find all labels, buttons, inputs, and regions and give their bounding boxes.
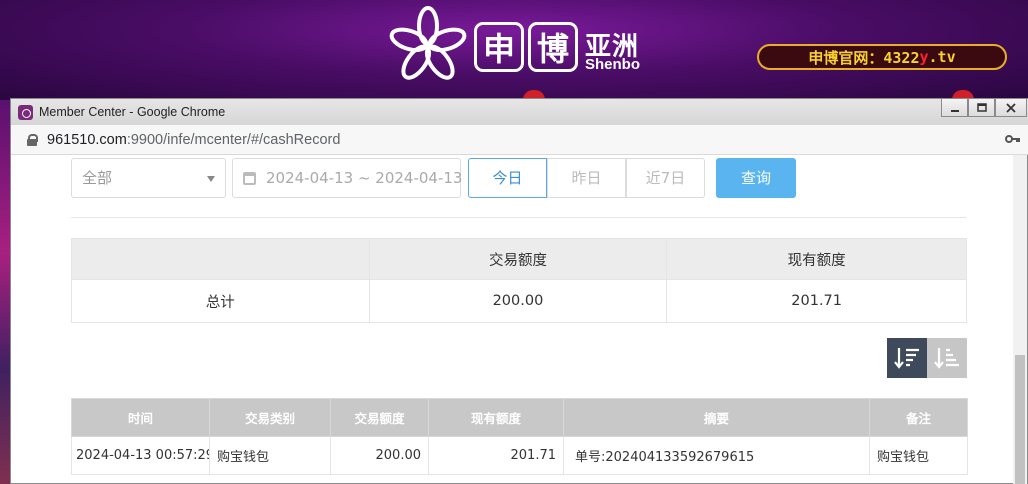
- official-site-prefix: 申博官网：4322: [808, 48, 920, 67]
- official-site-accent: y: [919, 48, 929, 66]
- column-header-category[interactable]: 交易类别: [209, 398, 331, 437]
- cell-balance: 201.71: [428, 436, 564, 475]
- url-path: :9900/infe/mcenter/#/cashRecord: [126, 131, 341, 148]
- url-text[interactable]: 961510.com:9900/infe/mcenter/#/cashRecor…: [47, 132, 340, 148]
- cell-category: 购宝钱包: [209, 436, 331, 475]
- column-header-balance[interactable]: 现有额度: [428, 398, 564, 437]
- range-7days-button[interactable]: 近7日: [626, 158, 705, 198]
- window-title: Member Center - Google Chrome: [39, 105, 226, 119]
- summary-header-cell: 现有额度: [666, 238, 967, 280]
- table-row[interactable]: 2024-04-13 00:57:29 购宝钱包 200.00 201.71 单…: [71, 436, 968, 475]
- window-controls: [941, 99, 1027, 119]
- title-bar[interactable]: Member Center - Google Chrome: [11, 99, 1028, 125]
- lock-icon[interactable]: [25, 133, 39, 147]
- logo-char-box: 博: [528, 22, 578, 72]
- sort-controls: [887, 338, 967, 378]
- summary-header-cell: [71, 238, 370, 280]
- summary-table: 交易额度 现有额度 总计 200.00 201.71: [71, 238, 967, 323]
- type-select[interactable]: 全部: [71, 158, 226, 198]
- logo-char-box: 申: [474, 22, 524, 72]
- date-range-value: 2024-04-13 ~ 2024-04-13: [266, 169, 463, 187]
- logo-en-text: Shenbo: [585, 56, 640, 73]
- records-table: 时间 交易类别 交易额度 现有额度 摘要 备注 2024-04-13 00:57…: [71, 398, 968, 475]
- summary-amount: 200.00: [368, 279, 668, 323]
- date-range-input[interactable]: 2024-04-13 ~ 2024-04-13: [232, 158, 463, 198]
- divider: [71, 217, 966, 218]
- scrollbar-thumb[interactable]: [1015, 355, 1025, 484]
- flower-logo-icon: [389, 6, 467, 80]
- summary-header-cell: 交易额度: [368, 238, 668, 280]
- close-icon[interactable]: [995, 99, 1027, 117]
- address-bar[interactable]: 961510.com:9900/infe/mcenter/#/cashRecor…: [11, 125, 1028, 155]
- official-site-badge[interactable]: 申博官网：4322 y .tv: [757, 44, 1007, 70]
- summary-label: 总计: [71, 279, 370, 323]
- site-banner: 申 博 亚洲 Shenbo 申博官网：4322 y .tv: [0, 0, 1028, 100]
- vertical-scrollbar[interactable]: [1013, 155, 1027, 484]
- minimize-icon[interactable]: [941, 99, 968, 117]
- column-header-amount[interactable]: 交易额度: [330, 398, 429, 437]
- chevron-down-icon: [207, 176, 215, 182]
- column-header-note[interactable]: 备注: [869, 398, 968, 437]
- records-header-row: 时间 交易类别 交易额度 现有额度 摘要 备注: [71, 398, 968, 437]
- cell-summary: 单号:202404133592679615: [563, 436, 870, 475]
- cell-note: 购宝钱包: [869, 436, 968, 475]
- key-icon[interactable]: [1005, 134, 1021, 144]
- summary-total-row: 总计 200.00 201.71: [71, 279, 967, 323]
- app-icon: [18, 104, 33, 120]
- summary-header-row: 交易额度 现有额度: [71, 238, 967, 280]
- cell-amount: 200.00: [330, 436, 429, 475]
- column-header-time[interactable]: 时间: [71, 398, 210, 437]
- browser-window: Member Center - Google Chrome 961510.com…: [10, 98, 1028, 484]
- range-today-button[interactable]: 今日: [468, 158, 547, 198]
- range-yesterday-button[interactable]: 昨日: [547, 158, 626, 198]
- type-select-value: 全部: [82, 169, 113, 187]
- maximize-icon[interactable]: [968, 99, 995, 117]
- cell-time: 2024-04-13 00:57:29: [71, 436, 210, 475]
- calendar-icon: [243, 172, 256, 185]
- query-button[interactable]: 查询: [716, 158, 796, 198]
- summary-balance: 201.71: [666, 279, 967, 323]
- sort-desc-icon[interactable]: [887, 338, 927, 378]
- sort-asc-icon[interactable]: [927, 338, 967, 378]
- column-header-summary[interactable]: 摘要: [563, 398, 870, 437]
- url-host: 961510.com: [47, 131, 127, 148]
- cash-record-page: 全部 2024-04-13 ~ 2024-04-13 今日 昨日 近7日 查询 …: [11, 155, 1015, 484]
- official-site-suffix: .tv: [928, 48, 956, 66]
